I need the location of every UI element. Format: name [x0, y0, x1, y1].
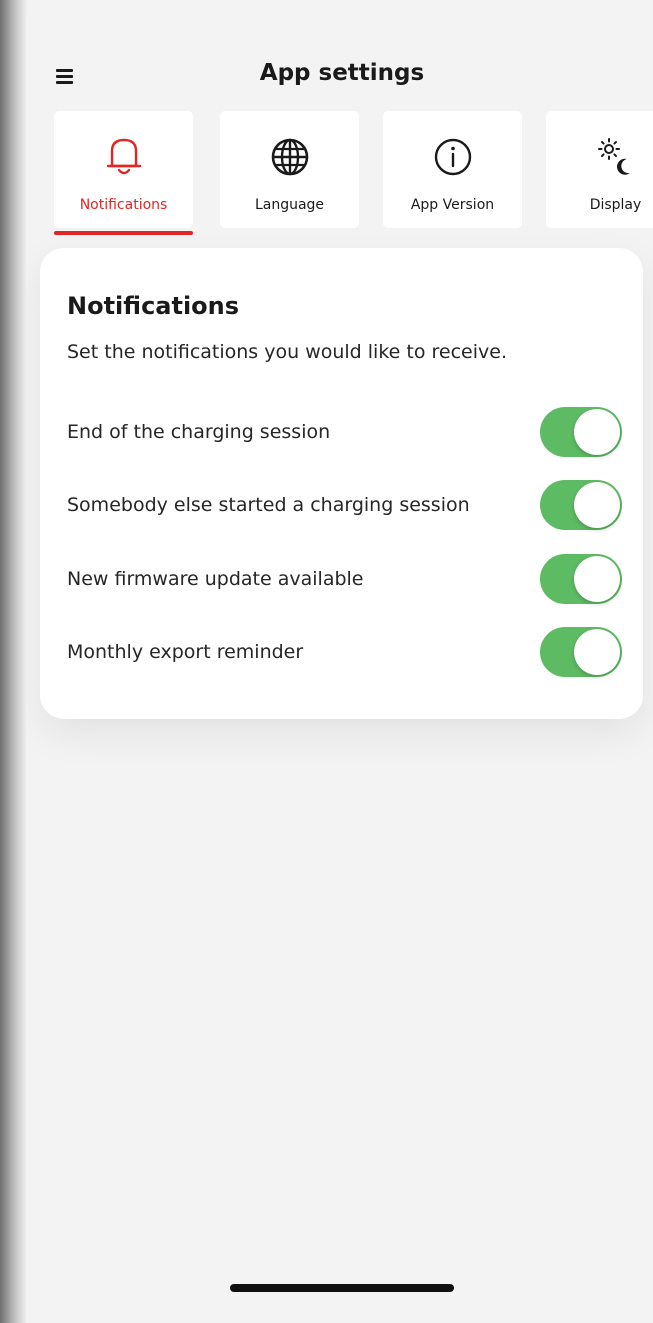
tab-app-version-label: App Version	[410, 197, 495, 213]
tab-language-label: Language	[254, 197, 325, 213]
tab-notifications-label: Notifications	[79, 197, 168, 213]
tab-language[interactable]: Language	[220, 111, 359, 228]
tab-notifications[interactable]: Notifications	[54, 111, 193, 235]
section-title: Notifications	[67, 292, 240, 320]
notification-row-other-started: Somebody else started a charging session	[67, 478, 622, 532]
bell-icon	[54, 135, 193, 179]
home-indicator[interactable]	[230, 1284, 454, 1292]
monthly-export-toggle[interactable]	[540, 627, 622, 677]
notifications-card: Notifications Set the notifications you …	[40, 248, 643, 719]
toggle-knob	[574, 556, 620, 602]
toggle-knob	[574, 409, 620, 455]
globe-icon	[220, 135, 359, 179]
notification-row-firmware-update: New firmware update available	[67, 552, 622, 606]
notification-row-end-of-session: End of the charging session	[67, 405, 622, 459]
firmware-update-toggle[interactable]	[540, 554, 622, 604]
page-title: App settings	[259, 60, 425, 86]
other-started-session-toggle[interactable]	[540, 480, 622, 530]
notification-label: End of the charging session	[67, 421, 331, 443]
tab-display[interactable]: Display	[546, 111, 653, 228]
tab-app-version[interactable]: App Version	[383, 111, 522, 228]
notification-label: Monthly export reminder	[67, 641, 304, 663]
end-of-session-toggle[interactable]	[540, 407, 622, 457]
notification-label: Somebody else started a charging session	[67, 494, 470, 516]
sun-moon-icon	[546, 135, 653, 179]
notification-label: New firmware update available	[67, 568, 364, 590]
notification-row-monthly-export: Monthly export reminder	[67, 625, 622, 679]
active-tab-indicator	[54, 231, 193, 235]
section-description: Set the notifications you would like to …	[67, 341, 507, 363]
toggle-knob	[574, 482, 620, 528]
header: App settings Notifications Language App …	[26, 17, 653, 235]
tab-display-label: Display	[589, 197, 642, 213]
app-screen: App settings Notifications Language App …	[26, 17, 653, 1323]
toggle-knob	[574, 629, 620, 675]
info-icon	[383, 135, 522, 179]
